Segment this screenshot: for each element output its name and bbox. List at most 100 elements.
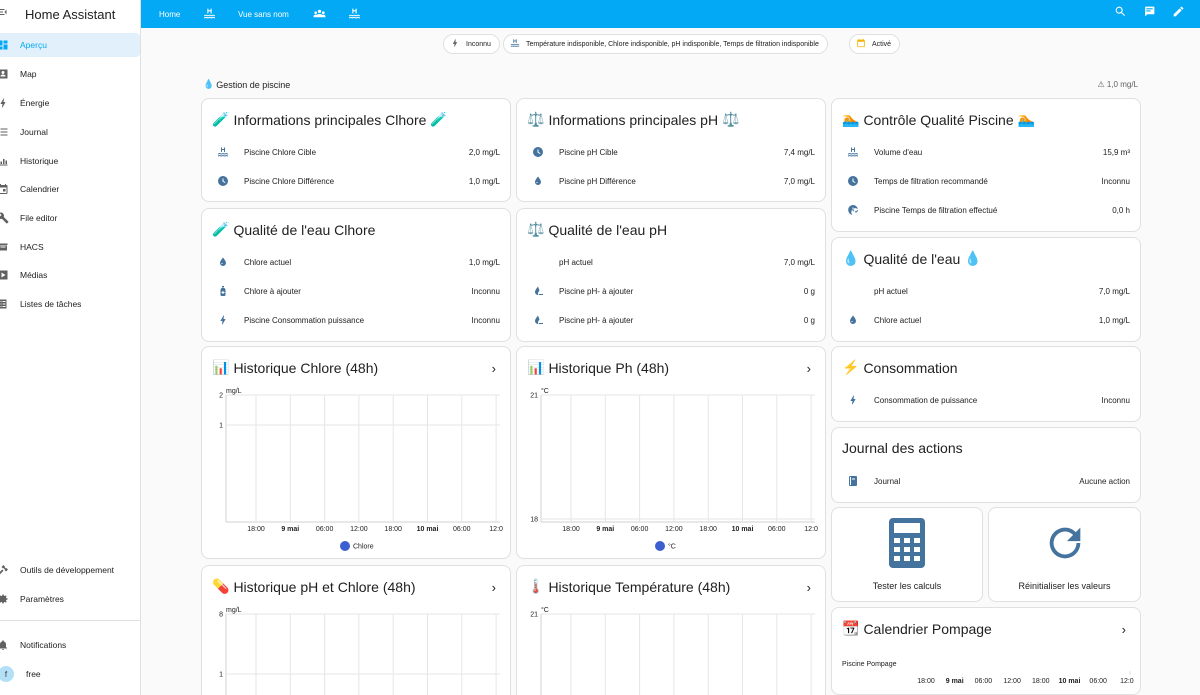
bar-chart-icon: 📊 bbox=[212, 359, 230, 375]
reset-values-button[interactable]: Réinitialiser les valeurs bbox=[988, 507, 1141, 602]
hammer-icon bbox=[0, 563, 10, 577]
tab-pool[interactable] bbox=[203, 0, 216, 28]
refresh-icon bbox=[1042, 520, 1088, 571]
card-title: ⚡ Consommation bbox=[842, 359, 958, 376]
chevron-right-icon[interactable]: › bbox=[492, 580, 496, 595]
card-history-temperature[interactable]: 🌡️ Historique Température (48h) › °C 21 bbox=[516, 565, 826, 695]
card-chlore-quality: 🧪 Qualité de l'eau Clhore Chlore actuel … bbox=[201, 208, 511, 342]
sidebar-item-notifications[interactable]: Notifications bbox=[0, 633, 140, 657]
sidebar-item-hacs[interactable]: HACS bbox=[0, 235, 140, 259]
x-tick-label: 12:0 bbox=[489, 526, 503, 533]
sidebar-item-label: Outils de développement bbox=[20, 565, 115, 575]
entity-row[interactable]: Volume d'eau 15,9 m³ bbox=[846, 142, 1130, 162]
sidebar-item-listes[interactable]: Listes de tâches bbox=[0, 292, 140, 316]
entity-name: Piscine Consommation puissance bbox=[244, 315, 365, 325]
entity-row[interactable]: pH actuel 7,0 mg/L bbox=[531, 252, 815, 272]
test-calculations-button[interactable]: Tester les calculs bbox=[831, 507, 983, 602]
sidebar-item-energie[interactable]: Énergie bbox=[0, 91, 140, 115]
timeline-tick-label: 06:00 bbox=[975, 678, 993, 685]
badge-calendar[interactable]: Activé bbox=[849, 34, 901, 54]
gear-icon bbox=[0, 592, 10, 606]
entity-row[interactable]: Piscine pH- à ajouter 0 g bbox=[531, 281, 815, 301]
swimmer-icon: 🏊 bbox=[1017, 111, 1036, 127]
entity-row[interactable]: Temps de filtration recommandé Inconnu bbox=[846, 171, 1130, 191]
sidebar-item-label: Paramètres bbox=[20, 594, 64, 604]
badge-pool-status[interactable]: Température indisponible, Chlore indispo… bbox=[503, 34, 828, 54]
chevron-right-icon[interactable]: › bbox=[492, 361, 496, 376]
sidebar-item-user[interactable]: f free bbox=[0, 662, 140, 686]
sidebar-item-label: HACS bbox=[20, 242, 44, 252]
entity-value: 7,0 mg/L bbox=[1098, 286, 1130, 296]
entity-name: Consommation de puissance bbox=[874, 395, 978, 405]
sidebar-item-label: Aperçu bbox=[20, 40, 47, 50]
pool-icon bbox=[510, 38, 520, 50]
entity-row[interactable]: Piscine Temps de filtration effectué 0,0… bbox=[846, 200, 1130, 220]
tab-home[interactable]: Home bbox=[159, 0, 180, 28]
test-tube-icon: 🧪 bbox=[212, 221, 230, 237]
section-status: ⚠ 1,0 mg/L bbox=[1097, 80, 1138, 89]
card-history-chlore[interactable]: 📊 Historique Chlore (48h) › mg/L 2 1 18:00 9… bbox=[201, 346, 511, 559]
lightning-icon bbox=[216, 313, 230, 327]
entity-row[interactable]: Piscine pH Différence 7,0 mg/L bbox=[531, 171, 815, 191]
entity-row[interactable]: pH actuel 7,0 mg/L bbox=[846, 281, 1130, 301]
search-button[interactable] bbox=[1114, 0, 1127, 28]
card-history-ph[interactable]: 📊 Historique Ph (48h) › °C 21 18 18:00 9 mai… bbox=[516, 346, 826, 559]
entity-row[interactable]: Piscine pH Cible 7,4 mg/L bbox=[531, 142, 815, 162]
sidebar-item-calendrier[interactable]: Calendrier bbox=[0, 177, 140, 201]
card-water-quality: 💧 Qualité de l'eau 💧 pH actuel 7,0 mg/L … bbox=[831, 237, 1141, 342]
entity-row[interactable]: Piscine Chlore Cible 2,0 mg/L bbox=[216, 142, 500, 162]
entity-row[interactable]: Piscine Chlore Différence 1,0 mg/L bbox=[216, 171, 500, 191]
entity-row[interactable]: Chlore à ajouter Inconnu bbox=[216, 281, 500, 301]
sidebar: Home Assistant Aperçu Map Énergie Journa… bbox=[0, 0, 141, 695]
sidebar-item-parametres[interactable]: Paramètres bbox=[0, 587, 140, 611]
balance-scale-icon: ⚖️ bbox=[722, 111, 740, 127]
entity-row[interactable]: Piscine pH- à ajouter 0 g bbox=[531, 310, 815, 330]
chevron-right-icon[interactable]: › bbox=[1122, 622, 1126, 637]
card-title: 💊 Historique pH et Chlore (48h) bbox=[212, 578, 416, 595]
card-title-text: Contrôle Qualité Piscine bbox=[863, 111, 1014, 128]
tab-people[interactable] bbox=[313, 0, 326, 28]
entity-row[interactable]: Chlore actuel 1,0 mg/L bbox=[846, 310, 1130, 330]
entity-name: Chlore actuel bbox=[874, 315, 922, 325]
tab-pool-2[interactable] bbox=[348, 0, 361, 28]
history-chart: mg/L8 1 bbox=[219, 607, 500, 695]
tab-vue-sans-nom[interactable]: Vue sans nom bbox=[238, 0, 289, 28]
entity-row[interactable]: Piscine Consommation puissance Inconnu bbox=[216, 310, 500, 330]
entity-name: Piscine pH- à ajouter bbox=[559, 315, 634, 325]
search-icon bbox=[1114, 5, 1127, 23]
card-title: 🧪 Qualité de l'eau Clhore bbox=[212, 221, 375, 238]
tab-label: Vue sans nom bbox=[238, 9, 289, 19]
card-title-text: Informations principales Clhore bbox=[233, 111, 427, 128]
sidebar-item-apercu[interactable]: Aperçu bbox=[0, 33, 140, 57]
calendar-icon bbox=[856, 38, 866, 50]
sidebar-item-file-editor[interactable]: File editor bbox=[0, 206, 140, 230]
menu-icon[interactable] bbox=[0, 6, 13, 22]
chevron-right-icon[interactable]: › bbox=[807, 580, 811, 595]
bottle-icon bbox=[216, 284, 230, 298]
card-title: 📊 Historique Ph (48h) bbox=[527, 359, 669, 376]
entity-name: Journal bbox=[874, 476, 901, 486]
x-tick-label: 06:00 bbox=[453, 526, 471, 533]
sidebar-item-map[interactable]: Map bbox=[0, 62, 140, 86]
assist-button[interactable] bbox=[1143, 0, 1156, 28]
entity-row[interactable]: Consommation de puissance Inconnu bbox=[846, 390, 1130, 410]
chat-icon bbox=[1143, 5, 1156, 23]
clock-check-icon bbox=[846, 203, 860, 217]
wrench-icon bbox=[0, 211, 10, 225]
sidebar-item-dev-tools[interactable]: Outils de développement bbox=[0, 558, 140, 582]
card-title-text: Historique Chlore (48h) bbox=[233, 359, 379, 376]
x-tick-label: 12:00 bbox=[350, 526, 368, 533]
edit-button[interactable] bbox=[1172, 0, 1185, 28]
sidebar-item-historique[interactable]: Historique bbox=[0, 149, 140, 173]
chevron-right-icon[interactable]: › bbox=[807, 361, 811, 376]
entity-row[interactable]: Chlore actuel 1,0 mg/L bbox=[216, 252, 500, 272]
sidebar-item-journal[interactable]: Journal bbox=[0, 120, 140, 144]
card-history-ph-chlore[interactable]: 💊 Historique pH et Chlore (48h) › mg/L 8 1 bbox=[201, 565, 511, 695]
y-tick-label: 2 bbox=[219, 393, 223, 400]
entity-row[interactable]: Journal Aucune action bbox=[846, 471, 1130, 491]
timeline-tick-label: 12:00 bbox=[1003, 678, 1021, 685]
card-calendar-pump[interactable]: 📆 Calendrier Pompage › Piscine Pompage 1… bbox=[831, 607, 1141, 695]
badge-energy[interactable]: Inconnu bbox=[443, 34, 500, 54]
sidebar-item-medias[interactable]: Médias bbox=[0, 263, 140, 287]
x-tick-label: 06:00 bbox=[316, 526, 334, 533]
